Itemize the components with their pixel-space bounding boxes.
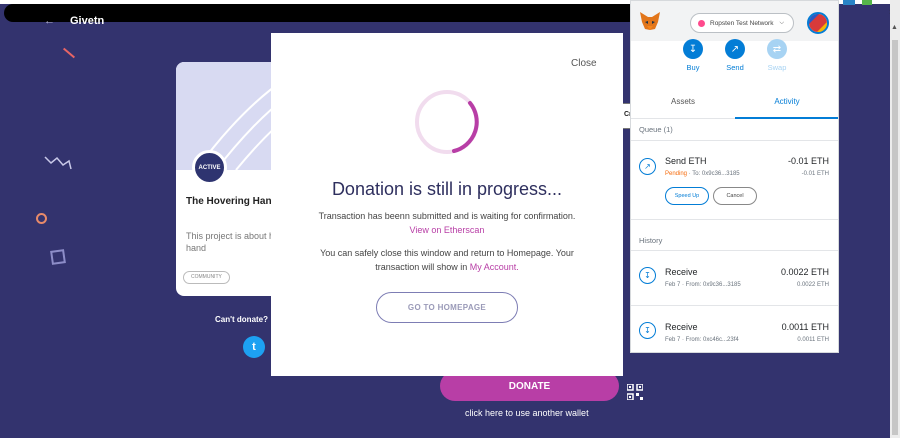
etherscan-link[interactable]: View on Etherscan [271, 223, 623, 237]
back-label[interactable]: Givetn [70, 15, 104, 27]
tx-title: Receive [665, 267, 698, 277]
divider [631, 219, 838, 220]
tx-detail: Pending · To: 0x9c36...3185 [665, 171, 740, 177]
extension-icon[interactable] [843, 0, 855, 5]
donation-progress-modal: Close Donation is still in progress... T… [271, 33, 623, 376]
pending-status: Pending [665, 171, 688, 177]
category-tag: COMMUNITY [183, 271, 230, 284]
modal-instruction-2: transaction will show in My Account. [271, 260, 623, 274]
network-selector[interactable]: Ropsten Test Network ⌵ [690, 13, 794, 33]
fox-logo-icon [640, 12, 660, 30]
tx-amount-fiat: 0.0011 ETH [797, 337, 829, 343]
back-arrow-icon[interactable]: ← [44, 15, 55, 27]
send-button[interactable]: ↗ Send [715, 39, 755, 72]
speed-up-button[interactable]: Speed Up [665, 187, 709, 205]
tx-amount: 0.0011 ETH [781, 322, 829, 332]
tx-amount-fiat: 0.0022 ETH [796, 282, 829, 288]
network-name: Ropsten Test Network [710, 19, 774, 27]
close-button[interactable]: Close [571, 58, 597, 69]
modal-instruction-prefix: transaction will show in [375, 262, 470, 272]
spinner-icon [415, 90, 479, 154]
buy-icon: ↧ [683, 39, 703, 59]
account-avatar[interactable] [807, 12, 829, 34]
page-scrollbar[interactable]: ▲ [890, 0, 900, 438]
decorative-circle [36, 213, 47, 224]
cancel-button[interactable]: Cancel [713, 187, 757, 205]
metamask-popup: Ropsten Test Network ⌵ ↧ Buy ↗ Send ⇄ Sw… [630, 0, 839, 353]
project-card[interactable]: ACTIVE The Hovering Hand This project is… [176, 62, 286, 296]
tx-amount: -0.01 ETH [787, 156, 829, 166]
tx-amount: 0.0022 ETH [780, 267, 829, 277]
divider [631, 250, 838, 251]
tx-title: Send ETH [665, 156, 707, 166]
receive-tx-icon: ↧ [639, 322, 656, 339]
extension-icon[interactable] [862, 0, 872, 5]
history-label: History [639, 236, 663, 245]
swap-button[interactable]: ⇄ Swap [757, 39, 797, 72]
tx-detail-text: · To: 0x9c36...3185 [687, 171, 740, 177]
tx-detail: Feb 7 · From: 0x9c36...3185 [665, 282, 741, 288]
modal-title: Donation is still in progress... [331, 179, 563, 199]
modal-message: Transaction has beenn submitted and is w… [318, 211, 576, 221]
tab-assets[interactable]: Assets [631, 97, 735, 106]
twitter-icon[interactable]: t [243, 336, 265, 358]
decorative-wave [44, 156, 72, 170]
tab-activity[interactable]: Activity [735, 97, 838, 106]
decorative-line [62, 47, 76, 59]
network-status-dot [698, 19, 705, 27]
card-title[interactable]: The Hovering Hand [186, 196, 278, 207]
buy-label: Buy [686, 63, 700, 72]
scrollbar-thumb[interactable] [892, 40, 898, 435]
send-icon: ↗ [725, 39, 745, 59]
swap-label: Swap [767, 63, 787, 72]
metamask-header: Ropsten Test Network ⌵ [631, 1, 838, 41]
swap-icon: ⇄ [767, 39, 787, 59]
card-hero-image [176, 62, 286, 170]
qr-code-icon[interactable] [627, 384, 643, 400]
go-to-homepage-button[interactable]: GO TO HOMEPAGE [376, 292, 518, 323]
status-badge: ACTIVE [192, 150, 227, 185]
divider [631, 305, 838, 306]
send-label: Send [726, 63, 744, 72]
scroll-up-icon[interactable]: ▲ [891, 24, 898, 31]
my-account-link[interactable]: My Account. [470, 262, 519, 272]
tx-amount-fiat: -0.01 ETH [801, 171, 829, 177]
chevron-down-icon: ⌵ [779, 19, 785, 26]
buy-button[interactable]: ↧ Buy [673, 39, 713, 72]
tx-detail: Feb 7 · From: 0xc46c...23f4 [665, 337, 739, 343]
cant-donate-label: Can't donate? [215, 315, 269, 324]
modal-instruction: You can safely close this window and ret… [320, 248, 574, 258]
decorative-square [50, 249, 66, 265]
use-another-wallet-link[interactable]: click here to use another wallet [465, 408, 589, 418]
active-tab-indicator [735, 117, 838, 119]
queue-label: Queue (1) [639, 125, 673, 134]
divider [631, 140, 838, 141]
receive-tx-icon: ↧ [639, 267, 656, 284]
send-tx-icon: ↗ [639, 158, 656, 175]
tx-title: Receive [665, 322, 698, 332]
